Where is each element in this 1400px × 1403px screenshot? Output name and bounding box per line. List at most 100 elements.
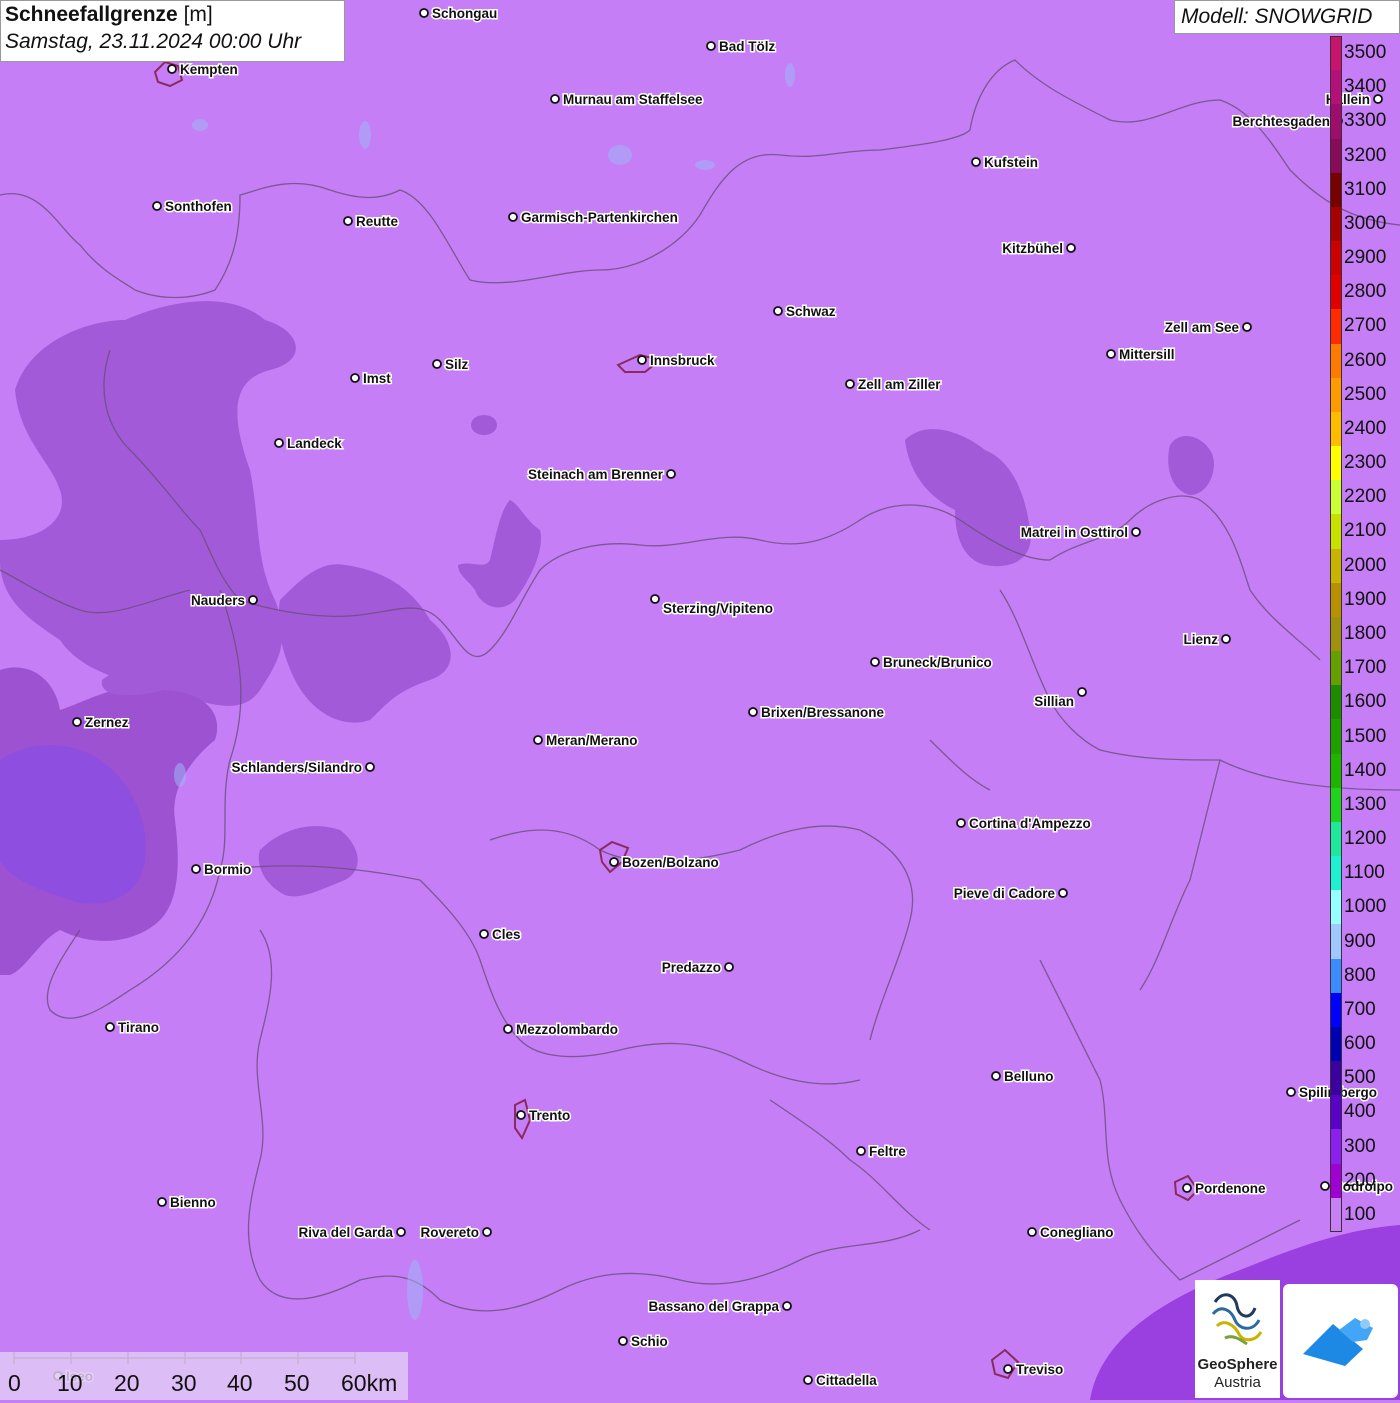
city-label: Feltre (869, 1144, 906, 1159)
city-dot (550, 94, 560, 104)
city-marker[interactable]: Riva del Garda (297, 1224, 406, 1242)
legend-label: 1100 (1344, 862, 1385, 884)
scale-bar-label: 0 (8, 1370, 21, 1396)
city-marker[interactable]: Cortina d'Ampezzo (956, 815, 1092, 833)
city-dot (803, 1375, 813, 1385)
city-marker[interactable]: Bassano del Grappa (647, 1298, 792, 1316)
city-label: Landeck (287, 436, 342, 451)
city-dot (533, 735, 543, 745)
legend-label: 3100 (1344, 178, 1387, 200)
city-label: Zell am Ziller (858, 377, 941, 392)
city-label: Bad Tölz (719, 39, 775, 54)
legend-label: 700 (1344, 998, 1376, 1020)
geosphere-name: GeoSphere (1197, 1356, 1278, 1373)
city-marker[interactable]: Pordenone (1182, 1180, 1267, 1198)
city-dot (1058, 888, 1068, 898)
mountain-app-icon (1303, 1318, 1373, 1366)
city-marker[interactable]: Zell am See (1163, 319, 1252, 337)
city-dot (618, 1336, 628, 1346)
city-label: Sonthofen (165, 199, 232, 214)
city-marker[interactable]: Sonthofen (152, 198, 233, 216)
legend-label: 3000 (1344, 212, 1387, 234)
legend-label: 2900 (1344, 247, 1387, 269)
city-dot (1320, 1181, 1330, 1191)
city-dot (991, 1071, 1001, 1081)
city-dot (508, 212, 518, 222)
city-label: Kufstein (984, 155, 1038, 170)
city-dot (748, 707, 758, 717)
city-dot (365, 762, 375, 772)
city-marker[interactable]: Meran/Merano (533, 732, 639, 750)
legend-label: 2400 (1344, 417, 1387, 439)
geosphere-country: Austria (1214, 1374, 1261, 1391)
city-label: Garmisch-Partenkirchen (521, 210, 678, 225)
city-marker[interactable]: Brixen/Bressanone (748, 704, 886, 722)
legend-label: 1500 (1344, 725, 1387, 747)
map-title: Schneefallgrenze [m] (5, 3, 340, 27)
legend-label: 2200 (1344, 486, 1387, 508)
city-label: Schio (631, 1334, 668, 1349)
scale-bar-label: 10 (57, 1370, 83, 1396)
city-dot (1286, 1087, 1296, 1097)
city-dot (419, 8, 429, 18)
geosphere-emblem-icon (1211, 1293, 1263, 1346)
scale-bar-label: 20 (114, 1370, 140, 1396)
city-label: Trento (529, 1108, 570, 1123)
city-dot (72, 717, 82, 727)
legend-label: 2300 (1344, 452, 1387, 474)
city-label: Reutte (356, 214, 398, 229)
city-label: Nauders (191, 593, 245, 608)
city-marker[interactable]: Zell am Ziller (845, 376, 943, 394)
city-label: Conegliano (1040, 1225, 1114, 1240)
city-marker[interactable]: Schlanders/Silandro (230, 759, 375, 777)
city-marker[interactable]: Garmisch-Partenkirchen (508, 209, 679, 227)
legend-label: 3200 (1344, 144, 1387, 166)
city-marker[interactable]: Conegliano (1027, 1224, 1115, 1242)
legend-label: 300 (1344, 1135, 1376, 1157)
city-dot (191, 864, 201, 874)
city-marker[interactable]: Bozen/Bolzano (609, 854, 720, 872)
city-marker[interactable]: Murnau am Staffelsee (550, 91, 705, 109)
legend-label: 1200 (1344, 828, 1387, 850)
city-label: Cortina d'Ampezzo (969, 816, 1091, 831)
city-dot (1077, 687, 1087, 697)
city-marker[interactable]: Matrei in Osttirol (1019, 524, 1141, 542)
legend-border (1330, 36, 1342, 1232)
legend-label: 1000 (1344, 896, 1387, 918)
city-marker[interactable]: Berchtesgaden (1231, 113, 1343, 131)
app-logo[interactable] (1283, 1284, 1398, 1398)
city-dot (1182, 1183, 1192, 1193)
city-label: Steinach am Brenner (528, 467, 664, 482)
city-dot (482, 1227, 492, 1237)
city-dot (274, 438, 284, 448)
city-dot (782, 1301, 792, 1311)
city-marker[interactable]: Schongau (419, 5, 499, 23)
city-label: Lienz (1183, 632, 1218, 647)
city-marker[interactable]: Innsbruck (637, 352, 717, 370)
city-label: Bruneck/Brunico (883, 655, 992, 670)
legend-label: 100 (1344, 1203, 1376, 1225)
city-label: Predazzo (662, 960, 721, 975)
snowfall-limit-map[interactable]: Schongau Bad Tölz Kempten Murnau am Staffel… (0, 0, 1400, 1400)
legend-label: 1700 (1344, 657, 1387, 679)
city-label: Cittadella (816, 1373, 877, 1388)
city-dot (666, 469, 676, 479)
city-dot (479, 929, 489, 939)
title-unit: [m] (183, 3, 213, 26)
city-marker[interactable]: Steinach am Brenner (526, 466, 676, 484)
city-dot (1003, 1364, 1013, 1374)
city-marker[interactable]: Pieve di Cadore (952, 885, 1068, 903)
city-label: Pieve di Cadore (954, 886, 1056, 901)
city-dot (971, 157, 981, 167)
city-dot (396, 1227, 406, 1237)
legend-label: 500 (1344, 1067, 1376, 1089)
city-label: Treviso (1016, 1362, 1063, 1377)
city-label: Tirano (118, 1020, 159, 1035)
city-label: Kitzbühel (1002, 241, 1063, 256)
city-dot (432, 359, 442, 369)
city-marker[interactable]: Mezzolombardo (503, 1021, 620, 1039)
city-marker[interactable]: Bruneck/Brunico (870, 654, 993, 672)
city-label: Sterzing/Vipiteno (663, 601, 773, 616)
geosphere-logo[interactable]: GeoSphere Austria (1195, 1280, 1280, 1398)
legend-label: 3500 (1344, 42, 1387, 64)
